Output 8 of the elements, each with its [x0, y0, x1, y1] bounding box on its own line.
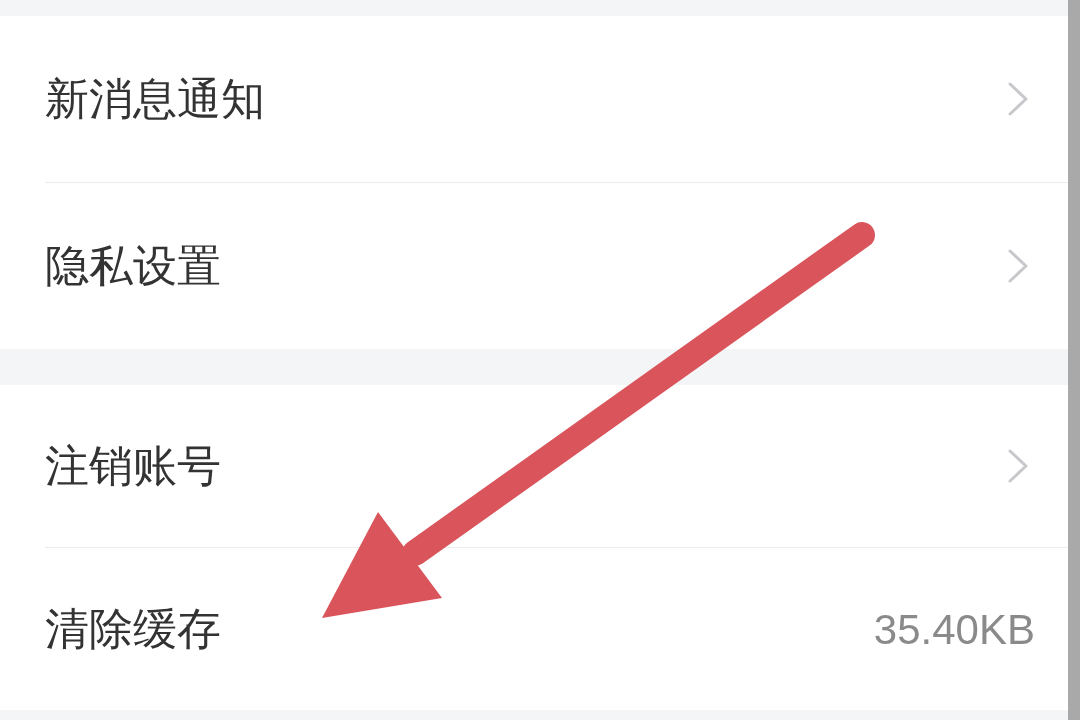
row-label: 清除缓存	[45, 602, 221, 656]
row-label: 注销账号	[45, 439, 221, 493]
chevron-right-icon	[1008, 82, 1028, 116]
cache-size-value: 35.40KB	[873, 604, 1035, 655]
row-label: 隐私设置	[45, 239, 221, 293]
row-label: 新消息通知	[45, 72, 265, 126]
chevron-right-icon	[1008, 249, 1028, 283]
chevron-right-icon	[1008, 449, 1028, 483]
